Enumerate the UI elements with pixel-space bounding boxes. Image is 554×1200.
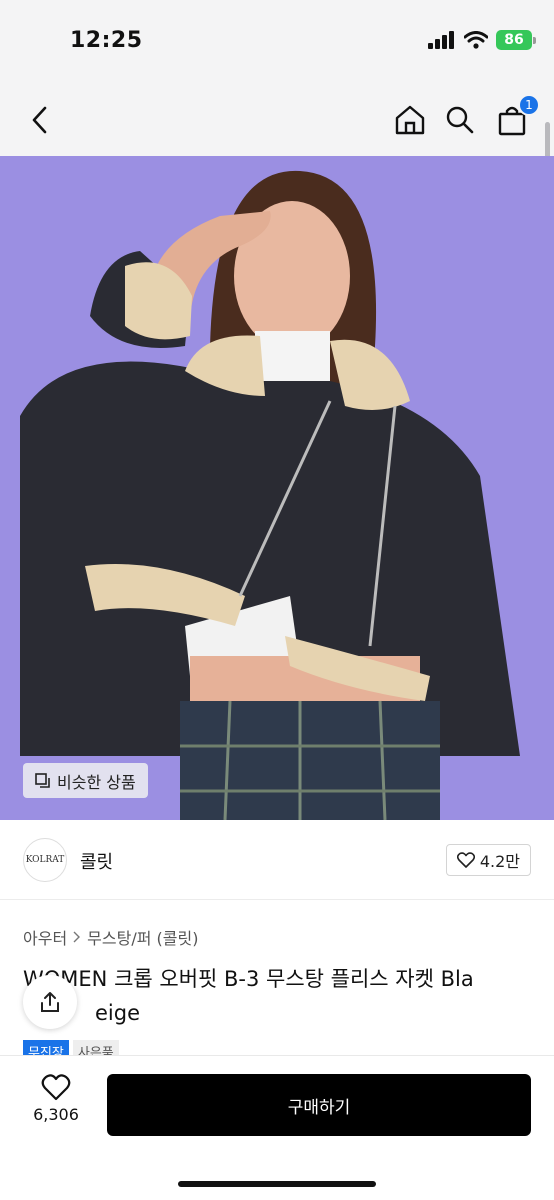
home-icon [395, 105, 425, 135]
breadcrumb: 아우터 무스탕/퍼 (콜릿) [23, 925, 198, 949]
breadcrumb-item[interactable]: 아우터 [23, 925, 67, 949]
battery-icon: 86 [496, 30, 536, 50]
share-button[interactable] [23, 975, 77, 1029]
product-title: WOMEN 크롭 오버핏 B-3 무스탕 플리스 자켓 Bla eige [23, 962, 543, 1030]
buy-button[interactable]: 구매하기 [107, 1074, 531, 1136]
brand-row: KOLRAT 콜릿 4.2만 [0, 820, 554, 900]
home-button[interactable] [390, 100, 430, 140]
cart-count-badge: 1 [518, 94, 540, 116]
product-title-line-2: eige [95, 1001, 141, 1025]
signal-icon [428, 31, 454, 49]
share-icon [41, 992, 59, 1012]
similar-products-label: 비슷한 상품 [57, 772, 136, 792]
similar-products-button[interactable]: 비슷한 상품 [23, 763, 148, 798]
back-chevron-icon [32, 106, 47, 134]
brand-name[interactable]: 콜릿 [80, 848, 113, 874]
heart-icon [41, 1074, 71, 1101]
search-icon [446, 106, 474, 134]
wishlist-count: 6,306 [33, 1105, 79, 1124]
heart-icon [456, 852, 475, 868]
cart-button[interactable]: 1 [492, 94, 540, 140]
home-indicator [178, 1181, 376, 1187]
brand-logo-text: KOLRAT [25, 855, 65, 865]
product-photo [0, 156, 554, 820]
product-image[interactable]: 비슷한 상품 [0, 156, 554, 820]
status-bar: 12:25 86 [0, 0, 554, 84]
search-button[interactable] [440, 100, 480, 140]
similar-products-icon [35, 772, 50, 788]
brand-like-count: 4.2만 [479, 852, 520, 871]
breadcrumb-item[interactable]: 무스탕/퍼 (콜릿) [87, 925, 198, 949]
wifi-icon [464, 31, 488, 49]
bottom-action-bar: 6,306 구매하기 [0, 1055, 554, 1200]
wishlist-button[interactable]: 6,306 [20, 1074, 92, 1144]
product-title-line-1: WOMEN 크롭 오버핏 B-3 무스탕 플리스 자켓 Bla [23, 967, 474, 991]
back-button[interactable] [20, 100, 60, 140]
status-icons: 86 [428, 30, 536, 50]
battery-level: 86 [496, 30, 532, 50]
status-time: 12:25 [70, 28, 143, 53]
brand-like-button[interactable]: 4.2만 [445, 844, 531, 876]
top-nav-bar: 1 [0, 84, 554, 156]
brand-logo[interactable]: KOLRAT [23, 838, 67, 882]
chevron-right-icon [73, 931, 81, 943]
